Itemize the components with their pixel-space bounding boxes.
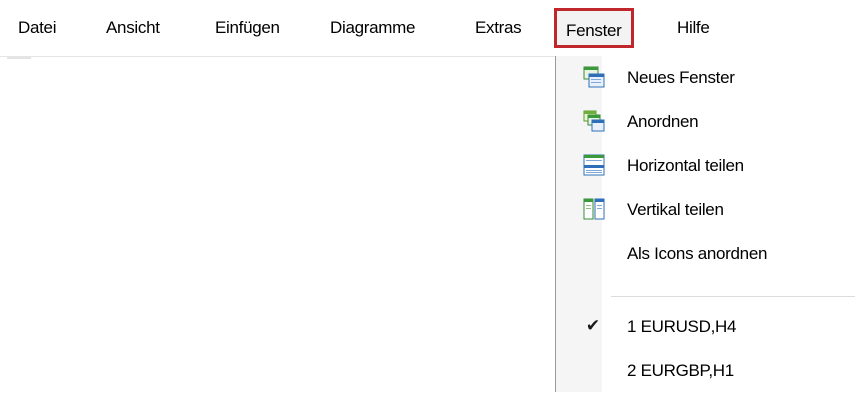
menu-datei[interactable]: Datei (18, 16, 56, 40)
tile-vertical-icon (583, 198, 605, 220)
menu-separator (611, 296, 855, 297)
cascade-windows-icon (583, 110, 605, 132)
menu-item-label: Anordnen (627, 112, 699, 131)
menu-bar: Datei Ansicht Einfügen Diagramme Extras … (0, 0, 855, 56)
menu-item-label: 2 EURGBP,H1 (627, 361, 734, 380)
new-window-icon (583, 66, 605, 88)
menu-ansicht[interactable]: Ansicht (106, 16, 160, 40)
menu-fenster[interactable]: Fenster (554, 8, 634, 48)
menu-item-cascade[interactable]: Anordnen (556, 100, 855, 144)
fenster-dropdown-menu: Neues Fenster Anordnen Horizontal teilen… (555, 56, 855, 392)
menu-item-label: Vertikal teilen (627, 200, 724, 219)
checkmark-icon: ✔ (585, 316, 601, 335)
menu-item-label: Horizontal teilen (627, 156, 744, 175)
menu-item-window-eurusd[interactable]: ✔ 1 EURUSD,H4 (556, 305, 855, 349)
menu-hilfe[interactable]: Hilfe (677, 16, 710, 40)
menu-item-label: Als Icons anordnen (627, 244, 768, 263)
menu-extras[interactable]: Extras (475, 16, 522, 40)
workspace-edge (7, 57, 31, 59)
menu-item-window-eurgbp[interactable]: 2 EURGBP,H1 (556, 349, 855, 393)
menu-item-tile-horizontal[interactable]: Horizontal teilen (556, 144, 855, 188)
menu-item-tile-vertical[interactable]: Vertikal teilen (556, 188, 855, 232)
menu-item-label: 1 EURUSD,H4 (627, 317, 737, 336)
menu-item-new-window[interactable]: Neues Fenster (556, 56, 855, 100)
menubar-divider (0, 56, 555, 57)
tile-horizontal-icon (583, 154, 605, 176)
menu-item-arrange-icons[interactable]: Als Icons anordnen (556, 232, 855, 276)
menu-item-label: Neues Fenster (627, 68, 735, 87)
menu-diagramme[interactable]: Diagramme (330, 16, 415, 40)
menu-einfuegen[interactable]: Einfügen (215, 16, 280, 40)
